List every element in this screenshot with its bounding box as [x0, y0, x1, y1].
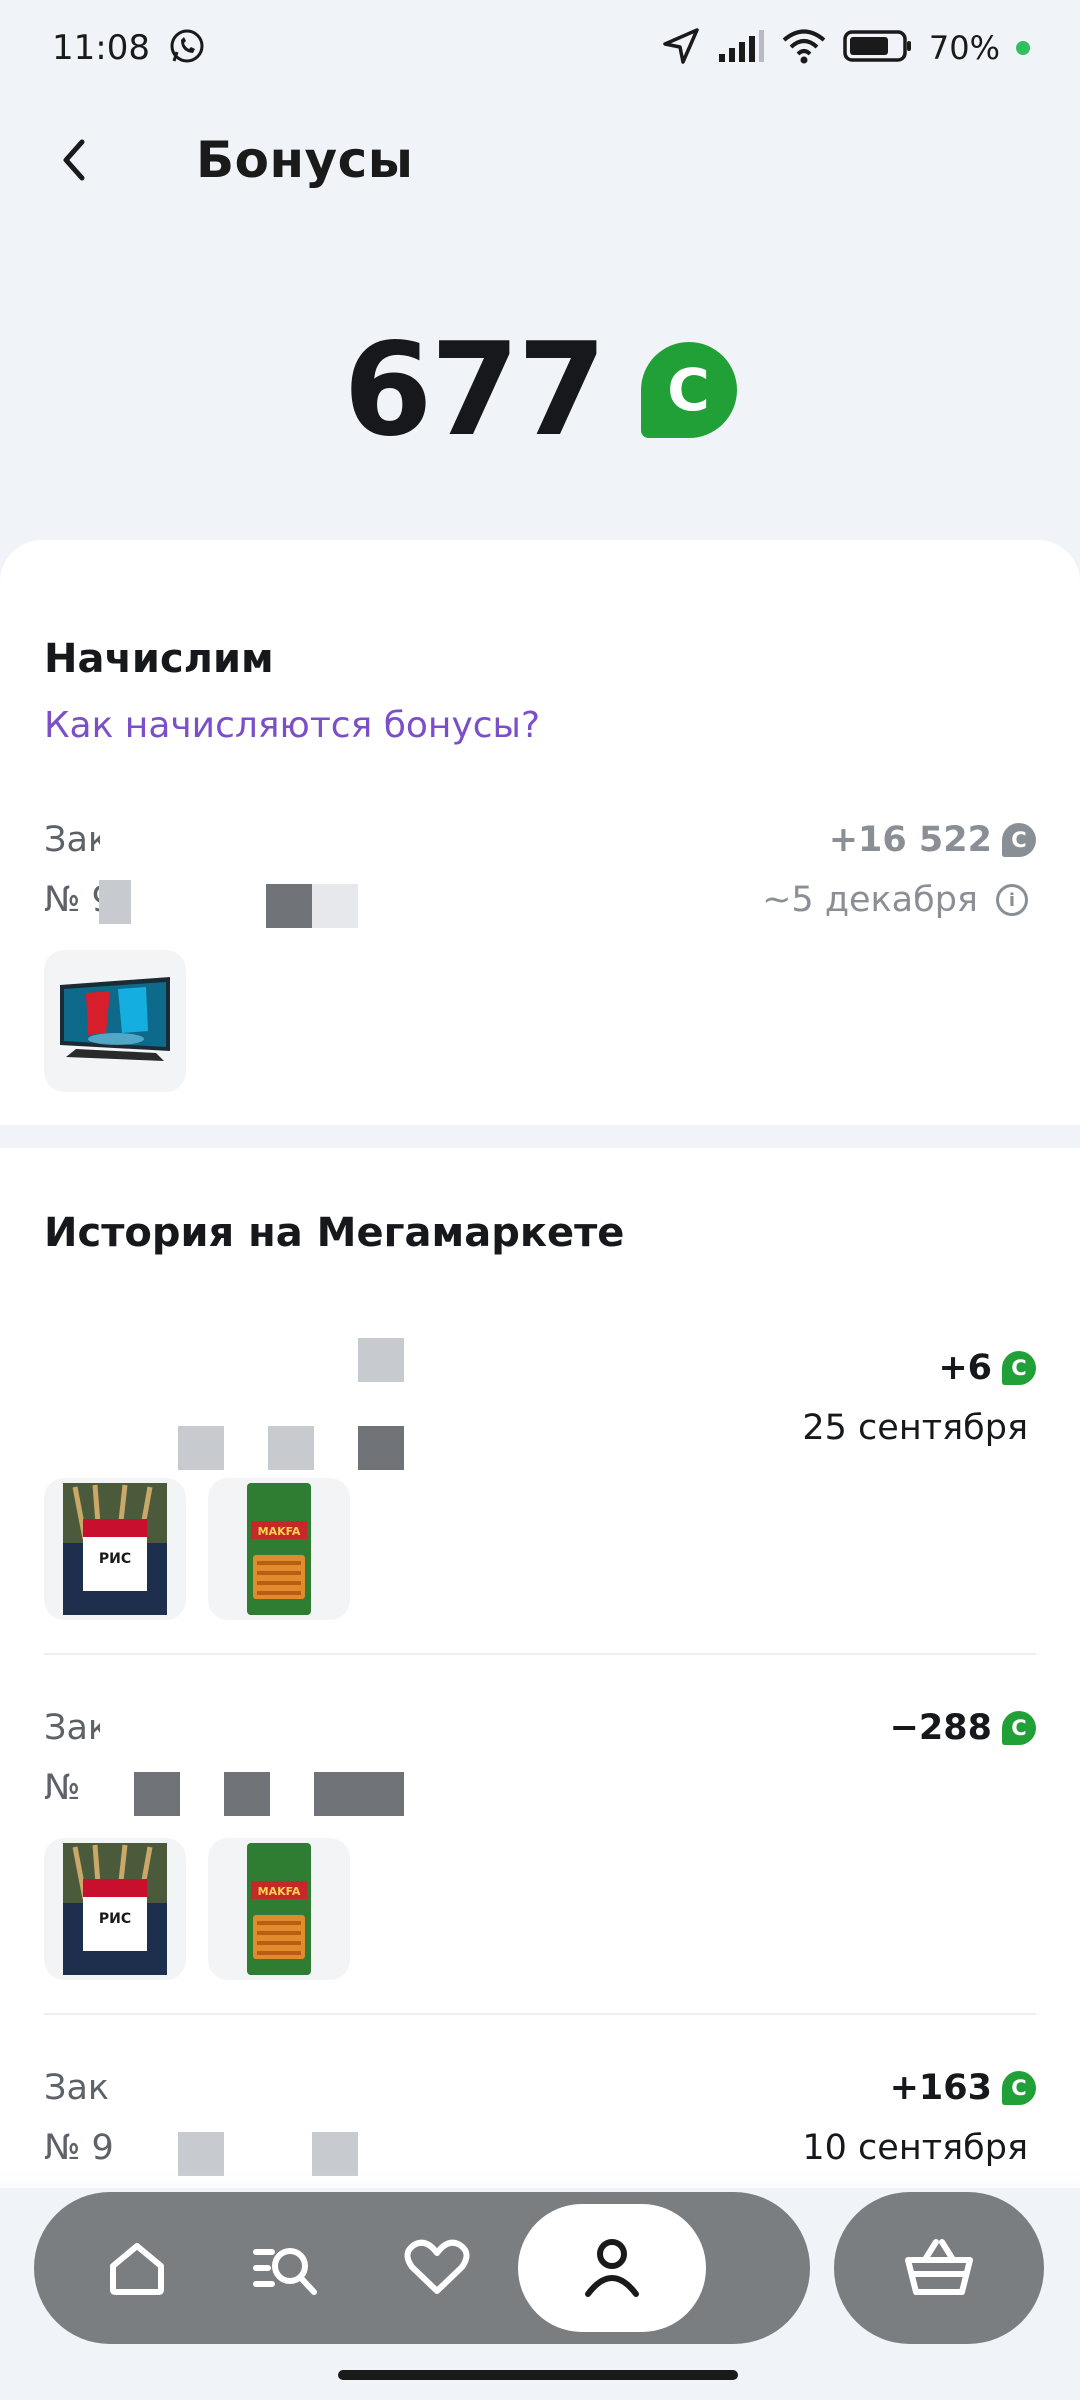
- history-entry[interactable]: Зак № −288 C РИС MAKFA: [44, 1698, 1036, 2008]
- history-entry[interactable]: N +6 C 25 сентября РИС: [44, 1338, 1036, 1648]
- product-thumb-pasta[interactable]: MAKFA: [208, 1838, 350, 1980]
- order-amount: +163 C: [890, 2068, 1036, 2108]
- redaction-block: [134, 1772, 180, 1816]
- balance-value: 677: [343, 315, 606, 465]
- redaction-block: [99, 880, 131, 924]
- bonus-coin-icon: C: [1002, 1351, 1036, 1385]
- rice-label: РИС: [99, 1911, 131, 1927]
- product-thumb-tv[interactable]: [44, 950, 186, 1092]
- divider: [44, 2013, 1036, 2015]
- order-amount-value: +6: [938, 1348, 992, 1388]
- bonus-coin-icon: C: [1002, 2071, 1036, 2105]
- order-amount-value: +163: [889, 2068, 992, 2108]
- rice-label: РИС: [99, 1551, 131, 1567]
- bonus-coin-icon: C: [1002, 823, 1036, 857]
- order-items: РИС MAKFA: [44, 1478, 350, 1620]
- catalog-search-icon: [253, 2248, 317, 2295]
- order-items: РИС MAKFA: [44, 1838, 350, 1980]
- signal-icon: [717, 28, 765, 68]
- order-amount: −288 C: [890, 1708, 1036, 1748]
- chevron-left-icon: [63, 139, 85, 181]
- order-amount-value: +16 522: [828, 820, 992, 860]
- divider: [44, 1653, 1036, 1655]
- info-icon[interactable]: i: [996, 884, 1028, 916]
- profile-icon: [585, 2239, 639, 2297]
- order-date-value: ~5 декабря: [762, 880, 978, 920]
- product-thumb-pasta[interactable]: MAKFA: [208, 1478, 350, 1620]
- bonus-coin-icon: C: [1002, 1711, 1036, 1745]
- wifi-icon: [781, 27, 827, 69]
- order-date: 10 сентября: [802, 2128, 1028, 2168]
- cart-button[interactable]: [834, 2192, 1044, 2344]
- rice-pack-image: РИС: [63, 1843, 167, 1975]
- location-icon: [661, 26, 701, 70]
- redaction-block: [314, 1772, 360, 1816]
- product-thumb-rice[interactable]: РИС: [44, 1838, 186, 1980]
- redaction-block: [224, 1772, 270, 1816]
- rice-pack-image: РИС: [63, 1483, 167, 1615]
- pasta-brand: MAKFA: [258, 1885, 301, 1898]
- redaction-mask: [124, 2058, 414, 2168]
- accrual-title: Начислим: [44, 636, 274, 682]
- redaction-block: [178, 1426, 224, 1470]
- back-button[interactable]: [24, 110, 124, 210]
- pasta-brand: MAKFA: [258, 1525, 301, 1538]
- bonus-coin-icon: C: [640, 342, 737, 438]
- battery-icon: [843, 29, 913, 67]
- page-title: Бонусы: [196, 131, 414, 189]
- redaction-mask: [44, 1340, 404, 1450]
- order-amount-value: −288: [889, 1708, 992, 1748]
- charging-dot: [1016, 41, 1030, 55]
- home-indicator: [338, 2370, 738, 2380]
- order-amount: +16 522 C: [829, 820, 1036, 860]
- order-items: [44, 950, 186, 1092]
- header: Бонусы: [0, 100, 1080, 220]
- order-number: № 9: [44, 2128, 114, 2168]
- history-title: История на Мегамаркете: [44, 1210, 625, 1256]
- redaction-block: [312, 884, 358, 928]
- bonus-balance: 677 C: [0, 300, 1080, 480]
- order-number: №: [44, 1768, 81, 1808]
- order-label: Зак: [44, 2068, 110, 2108]
- how-bonuses-link[interactable]: Как начисляются бонусы?: [44, 705, 540, 746]
- whatsapp-icon: [168, 27, 206, 69]
- status-time: 11:08: [52, 28, 150, 68]
- history-card: История на Мегамаркете N +6 C 25 сентябр…: [0, 1148, 1080, 2188]
- order-date: 25 сентября: [802, 1408, 1028, 1448]
- status-bar: 11:08 70%: [0, 0, 1080, 96]
- bottom-nav: [34, 2192, 810, 2344]
- order-amount: +6 C: [938, 1348, 1036, 1388]
- redaction-block: [268, 1426, 314, 1470]
- nav-home[interactable]: [62, 2204, 212, 2332]
- nav-catalog[interactable]: [212, 2204, 362, 2332]
- redaction-block: [358, 1338, 404, 1382]
- nav-favorites[interactable]: [362, 2204, 512, 2332]
- accrual-card: Начислим Как начисляются бонусы? Зак № 9…: [0, 540, 1080, 1125]
- redaction-block: [266, 884, 312, 928]
- nav-profile[interactable]: [518, 2204, 706, 2332]
- battery-percent: 70%: [928, 29, 1000, 67]
- pasta-pack-image: MAKFA: [247, 1843, 311, 1975]
- redaction-block: [358, 1426, 404, 1470]
- heart-icon: [404, 2239, 470, 2294]
- home-icon: [110, 2243, 164, 2295]
- pending-order[interactable]: Зак № 9 +16 522 C ~5 декабря i: [44, 810, 1036, 1120]
- redaction-block: [358, 1772, 404, 1816]
- product-thumb-rice[interactable]: РИС: [44, 1478, 186, 1620]
- pasta-pack-image: MAKFA: [247, 1483, 311, 1615]
- order-date: ~5 декабря i: [762, 880, 1028, 920]
- basket-icon: [905, 2239, 973, 2295]
- tv-image: [60, 977, 170, 1061]
